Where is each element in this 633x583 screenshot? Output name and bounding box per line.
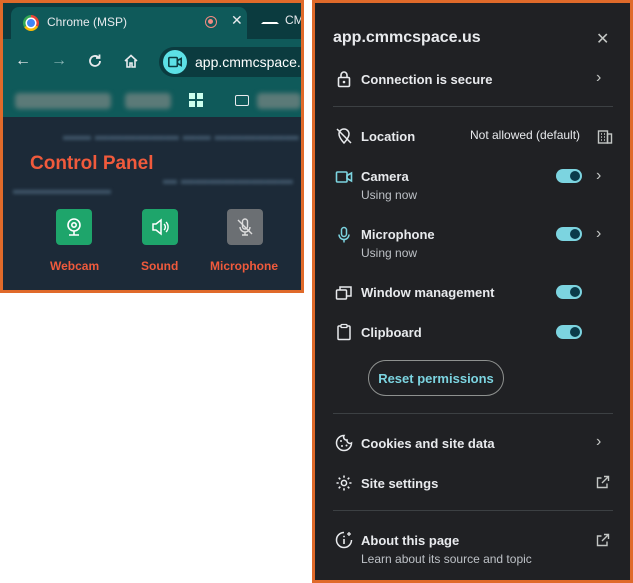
browser-window: Chrome (MSP) ✕ CM ← → app.cmmcspace.us ▬… (0, 0, 304, 293)
divider (333, 413, 613, 414)
open-external-icon (596, 533, 610, 547)
camera-label: Camera (361, 169, 409, 184)
tab-close-button[interactable]: ✕ (231, 12, 243, 29)
microphone-icon (338, 226, 350, 243)
browser-toolbar: ← → app.cmmcspace.us (3, 39, 301, 85)
home-icon[interactable] (123, 53, 139, 73)
microphone-button[interactable] (227, 209, 263, 245)
page-title: Control Panel (30, 153, 154, 174)
web-page: ▬▬ ▬▬▬▬▬▬ ▬▬ ▬▬▬▬▬▬ ▬ ▬▬▬▬▬▬▬▬ ▬▬▬▬▬▬▬ C… (3, 117, 301, 290)
bookmark-blurred[interactable] (15, 93, 111, 109)
webcam-icon (67, 218, 81, 236)
sound-label: Sound (141, 259, 179, 273)
window-management-label: Window management (361, 285, 495, 300)
site-favicon-icon (261, 14, 279, 24)
location-off-icon (336, 128, 352, 145)
clipboard-label: Clipboard (361, 325, 422, 340)
speaker-icon (152, 218, 169, 236)
address-bar[interactable]: app.cmmcspace.us (159, 47, 304, 77)
divider (333, 106, 613, 107)
microphone-label: Microphone (210, 259, 278, 273)
window-management-toggle[interactable] (556, 285, 582, 299)
bookmark-blurred[interactable] (125, 93, 171, 109)
recording-indicator-icon (205, 16, 217, 28)
tab-strip: Chrome (MSP) ✕ CM (3, 3, 301, 39)
about-page-label: About this page (361, 533, 460, 548)
divider (333, 510, 613, 511)
tab-title: Chrome (MSP) (47, 15, 128, 29)
about-page-icon (335, 531, 353, 549)
microphone-label: Microphone (361, 227, 435, 242)
about-page-description: Learn about its source and topic (361, 552, 532, 566)
folder-icon[interactable] (235, 95, 249, 106)
site-host: app.cmmcspace.us (333, 29, 481, 46)
sound-button[interactable] (142, 209, 178, 245)
location-value: Not allowed (default) (470, 128, 581, 142)
tab-second[interactable]: CM (261, 13, 304, 27)
chrome-favicon-icon (23, 15, 39, 31)
close-button[interactable]: ✕ (596, 29, 609, 49)
webcam-label: Webcam (50, 259, 100, 273)
clipboard-icon (337, 323, 351, 341)
cookies-label: Cookies and site data (361, 436, 495, 451)
building-icon[interactable] (597, 128, 613, 144)
lock-icon (337, 71, 351, 88)
gear-icon (336, 475, 352, 491)
camera-status: Using now (361, 188, 418, 202)
chevron-right-icon: › (596, 69, 602, 86)
camera-in-use-icon[interactable] (163, 50, 187, 74)
webcam-button[interactable] (56, 209, 92, 245)
microphone-status: Using now (361, 246, 418, 260)
microphone-toggle[interactable] (556, 227, 582, 241)
site-settings-label: Site settings (361, 476, 439, 491)
microphone-muted-icon (237, 218, 253, 236)
connection-label: Connection is secure (361, 72, 493, 87)
clipboard-toggle[interactable] (556, 325, 582, 339)
background-text-blurred: ▬▬▬▬▬▬▬ (13, 181, 111, 197)
chevron-right-icon: › (596, 433, 602, 450)
window-management-icon (335, 286, 352, 300)
forward-arrow-icon[interactable]: → (51, 53, 67, 69)
reset-permissions-button[interactable]: Reset permissions (368, 360, 504, 396)
back-arrow-icon[interactable]: ← (15, 53, 31, 69)
bookmarks-bar (3, 85, 301, 117)
chevron-right-icon[interactable]: › (596, 167, 601, 185)
cookie-icon (335, 434, 353, 452)
open-external-icon (596, 475, 610, 489)
camera-toggle[interactable] (556, 169, 582, 183)
apps-grid-icon[interactable] (189, 93, 203, 107)
camera-icon (335, 171, 353, 183)
background-text-blurred: ▬ ▬▬▬▬▬▬▬▬ (163, 171, 293, 187)
tab-second-title: CM (285, 13, 304, 27)
background-text-blurred: ▬▬ ▬▬▬▬▬▬ ▬▬ ▬▬▬▬▬▬ (63, 127, 299, 143)
address-url: app.cmmcspace.us (195, 54, 304, 70)
site-info-popup: app.cmmcspace.us ✕ Connection is secure … (312, 0, 633, 583)
reload-icon[interactable] (87, 53, 103, 73)
bookmark-blurred[interactable] (257, 93, 301, 109)
location-label: Location (361, 129, 416, 144)
chevron-right-icon[interactable]: › (596, 225, 601, 243)
tab-active[interactable]: Chrome (MSP) ✕ (11, 7, 247, 39)
